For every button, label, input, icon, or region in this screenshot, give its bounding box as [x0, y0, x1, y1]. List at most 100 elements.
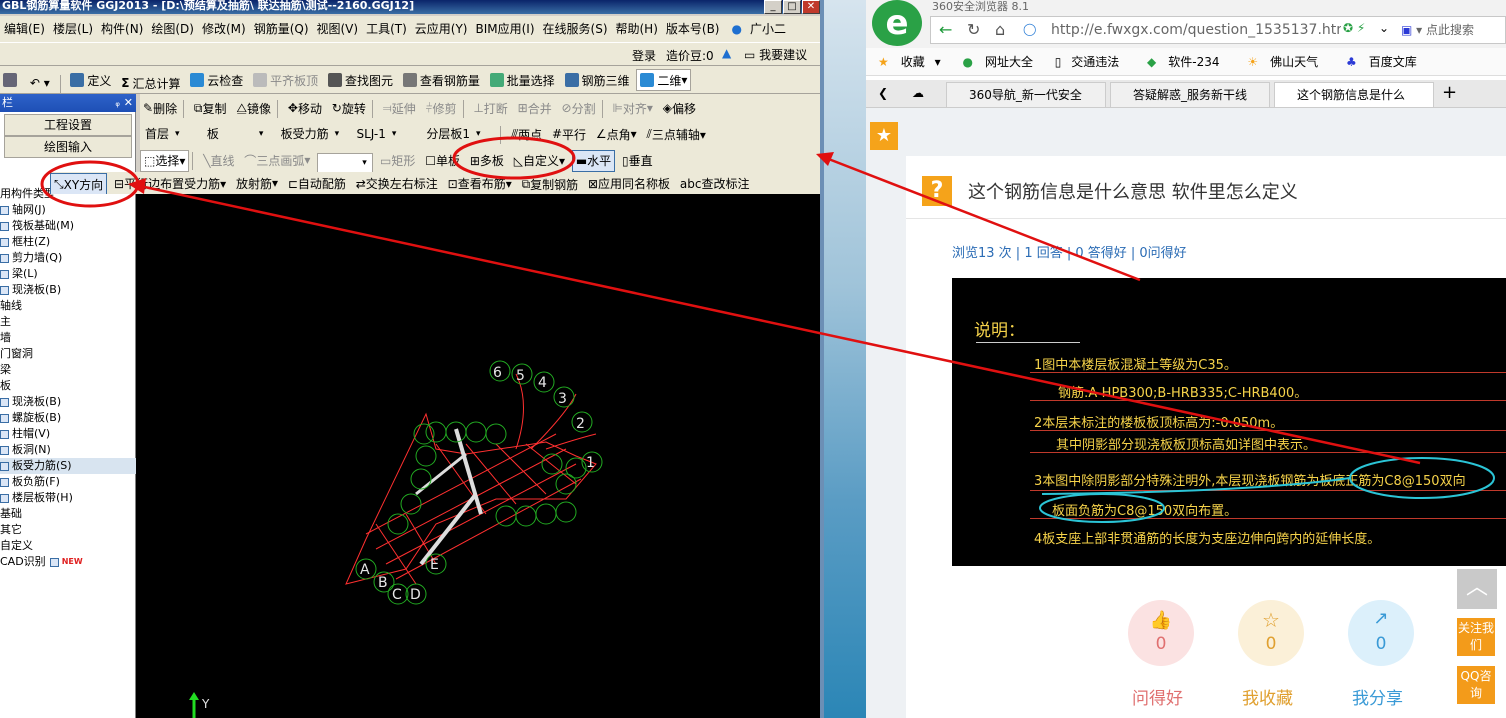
back-to-top-button[interactable]: ︿: [1457, 569, 1497, 609]
follow-us-button[interactable]: 关注我们: [1457, 618, 1495, 656]
minimize-button[interactable]: _: [764, 0, 782, 14]
url-dropdown-icon[interactable]: ⌄: [1379, 21, 1389, 35]
bookmark-favorites[interactable]: ★ 收藏 ▾: [866, 48, 947, 75]
tree-item[interactable]: 现浇板(B): [0, 394, 136, 410]
blank-select[interactable]: ▾: [317, 152, 374, 172]
menu-view[interactable]: 视图(V): [313, 16, 363, 42]
new-tab-icon[interactable]: +: [1442, 82, 1457, 103]
tree-item[interactable]: CAD识别 NEW: [0, 554, 136, 570]
menu-floor[interactable]: 楼层(L): [49, 16, 97, 42]
delete-button[interactable]: ✎ 删除: [140, 97, 180, 119]
merge-button[interactable]: ⊞ 合并: [515, 97, 555, 119]
draw-input-button[interactable]: 绘图输入: [4, 136, 132, 158]
flush-top-button[interactable]: 平齐板顶: [250, 69, 321, 91]
align-button[interactable]: ⊫ 对齐 ▾: [609, 97, 656, 119]
tree-item[interactable]: 轴网(J): [0, 202, 136, 218]
apply-same-name-button[interactable]: ⊠ 应用同名称板: [585, 173, 673, 195]
tab-back-icon[interactable]: ❮: [878, 86, 888, 100]
tree-item[interactable]: 柱帽(V): [0, 426, 136, 442]
tree-item-selected[interactable]: 板受力筋(S): [0, 458, 136, 474]
copy-button[interactable]: ⧉ 复制: [191, 98, 230, 120]
favorite-star-icon[interactable]: ★: [870, 122, 898, 150]
extend-button[interactable]: ⫤ 延伸: [380, 98, 419, 120]
floor-select[interactable]: 首层 ▾: [140, 124, 198, 144]
menu-draw[interactable]: 绘图(D): [147, 16, 198, 42]
auto-rebar-button[interactable]: ⊏ 自动配筋: [285, 173, 349, 195]
edit-label-button[interactable]: abc 查改标注: [677, 173, 753, 195]
rotate-button[interactable]: ↻ 旋转: [329, 97, 369, 119]
tree-item[interactable]: 基础: [0, 506, 136, 522]
view-2d-dropdown[interactable]: 二维 ▾: [636, 69, 692, 91]
tree-item[interactable]: 自定义: [0, 538, 136, 554]
home-icon[interactable]: ⌂: [995, 20, 1005, 39]
tree-item[interactable]: 门窗洞: [0, 346, 136, 362]
like-button[interactable]: 👍 0: [1128, 600, 1194, 666]
menu-rebar[interactable]: 钢筋量(Q): [250, 16, 313, 42]
menu-cloud[interactable]: 云应用(Y): [411, 16, 472, 42]
component-name-select[interactable]: SLJ-1 ▾: [351, 124, 417, 144]
parallel-edge-button[interactable]: ⊟ 平行边布置受力筋 ▾: [111, 173, 229, 195]
suggest-button[interactable]: ▭ 我要建议: [744, 46, 807, 63]
three-point-axis-button[interactable]: ⫽ 三点辅轴 ▾: [644, 124, 709, 146]
view-layout-button[interactable]: ⊡ 查看布筋 ▾: [445, 173, 515, 195]
menu-component[interactable]: 构件(N): [97, 16, 147, 42]
xy-direction-button[interactable]: ⤡ XY方向: [50, 173, 108, 194]
project-settings-button[interactable]: 工程设置: [4, 114, 132, 136]
tab-360-nav[interactable]: 360导航_新一代安全: [946, 82, 1106, 107]
radial-rebar-button[interactable]: 放射筋 ▾: [233, 172, 281, 194]
bookmark-item[interactable]: ♣ 百度文库: [1334, 48, 1429, 75]
speed-icon[interactable]: ✪ ⚡: [1343, 21, 1365, 35]
tree-item[interactable]: 轴线: [0, 298, 136, 314]
tree-item[interactable]: 框柱(Z): [0, 234, 136, 250]
horizontal-button[interactable]: ▬ 水平: [571, 149, 616, 172]
menu-assistant[interactable]: ● 广小二: [724, 16, 795, 42]
bell-icon[interactable]: ▲: [722, 46, 731, 60]
split-button[interactable]: ⊘ 分割: [559, 97, 599, 119]
define-button[interactable]: 定义: [67, 69, 114, 91]
arc-button[interactable]: ⌒ 三点画弧 ▾: [241, 149, 313, 171]
tree-item[interactable]: 现浇板(B): [0, 282, 136, 298]
undo-icon[interactable]: ↶ ▾: [27, 72, 53, 93]
tree-item[interactable]: 剪力墙(Q): [0, 250, 136, 266]
type-select[interactable]: 板 ▾: [202, 124, 272, 144]
reload-icon[interactable]: ↻: [967, 20, 980, 39]
menu-edit[interactable]: 编辑(E): [0, 16, 49, 42]
search-box[interactable]: ▣ ▾ 点此搜索: [1401, 21, 1474, 38]
tree-item[interactable]: 其它: [0, 522, 136, 538]
tree-item[interactable]: 板洞(N): [0, 442, 136, 458]
cloud-icon[interactable]: ☁: [912, 86, 924, 100]
qq-consult-button[interactable]: QQ咨询: [1457, 666, 1495, 704]
tree-item[interactable]: 楼层板带(H): [0, 490, 136, 506]
find-element-button[interactable]: 查找图元: [325, 69, 396, 91]
bookmark-item[interactable]: ☀ 佛山天气: [1235, 48, 1330, 75]
sub-type-select[interactable]: 板受力筋 ▾: [276, 124, 348, 144]
bookmark-item[interactable]: ◆ 软件-234: [1135, 48, 1231, 75]
single-slab-button[interactable]: ☐ 单板: [422, 150, 463, 172]
tab-qa[interactable]: 答疑解惑_服务新干线: [1110, 82, 1270, 107]
menu-version[interactable]: 版本号(B): [662, 16, 724, 42]
menu-online[interactable]: 在线服务(S): [539, 16, 612, 42]
tree-item[interactable]: 筏板基础(M): [0, 218, 136, 234]
cloud-check-button[interactable]: 云检查: [187, 69, 246, 91]
parallel-button[interactable]: # 平行: [549, 123, 589, 145]
layer-select[interactable]: 分层板1 ▾: [421, 124, 493, 144]
save-icon[interactable]: [0, 69, 23, 91]
custom-button[interactable]: ◺ 自定义 ▾: [511, 150, 568, 172]
menu-help[interactable]: 帮助(H): [612, 16, 662, 42]
copy-rebar-button[interactable]: ⧉ 复制钢筋: [519, 173, 582, 194]
line-button[interactable]: ╲ 直线: [200, 150, 237, 172]
url-input[interactable]: http://e.fwxgx.com/question_1535137.htm: [1051, 22, 1341, 38]
panel-close-icon[interactable]: ✕: [124, 94, 133, 112]
rectangle-button[interactable]: ▭ 矩形: [377, 150, 418, 172]
move-button[interactable]: ✥ 移动: [285, 97, 325, 119]
tree-item[interactable]: 墙: [0, 330, 136, 346]
bookmark-item[interactable]: ▯ 交通违法: [1049, 48, 1131, 75]
question-stats[interactable]: 浏览13 次 | 1 回答 | 0 答得好 | 0问得好: [952, 242, 1187, 261]
break-button[interactable]: ⊥ 打断: [470, 97, 510, 119]
select-button[interactable]: ⬚ 选择 ▾: [140, 149, 190, 172]
swap-label-button[interactable]: ⇄ 交换左右标注: [353, 173, 441, 195]
tree-item[interactable]: 螺旋板(B): [0, 410, 136, 426]
point-angle-button[interactable]: ∠ 点角 ▾: [593, 123, 640, 145]
close-button[interactable]: ✕: [802, 0, 820, 14]
tree-item[interactable]: 主: [0, 314, 136, 330]
